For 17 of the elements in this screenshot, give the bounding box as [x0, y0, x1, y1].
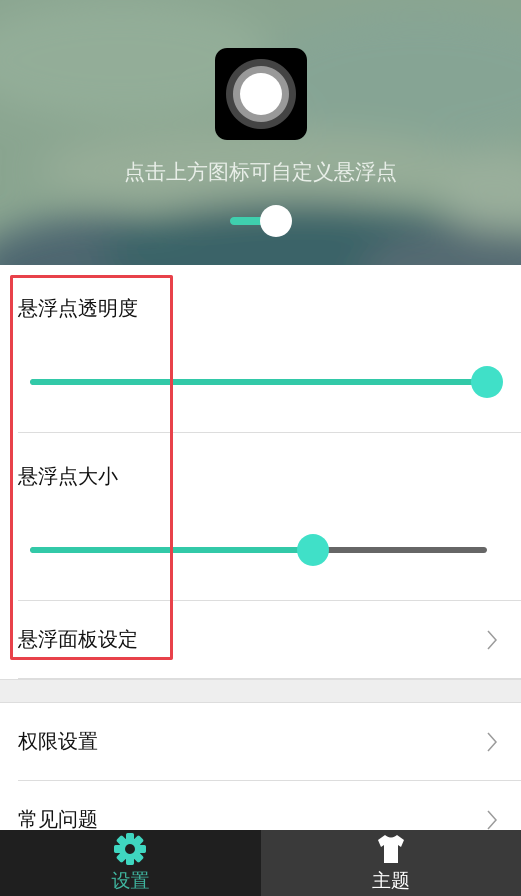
chevron-right-icon	[487, 732, 497, 752]
hint-text: 点击上方图标可自定义悬浮点	[124, 159, 397, 186]
setting-label: 权限设置	[18, 728, 98, 755]
chevron-right-icon	[487, 630, 497, 650]
tab[interactable]: 主题	[260, 830, 521, 896]
slider-thumb[interactable]	[471, 366, 503, 398]
toggle-switch[interactable]	[228, 204, 294, 238]
settings-item[interactable]: 权限设置	[18, 703, 521, 781]
settings-item[interactable]: 常见问题	[18, 781, 521, 830]
chevron-right-icon	[487, 810, 497, 830]
setting-label: 悬浮点透明度	[18, 296, 138, 320]
settings-icon	[113, 832, 148, 866]
setting-label: 悬浮点大小	[18, 464, 118, 488]
slider-thumb[interactable]	[297, 534, 330, 566]
tab[interactable]: 设置	[0, 830, 260, 896]
setting-label: 悬浮面板设定	[18, 626, 138, 653]
setting-label: 常见问题	[18, 806, 98, 830]
